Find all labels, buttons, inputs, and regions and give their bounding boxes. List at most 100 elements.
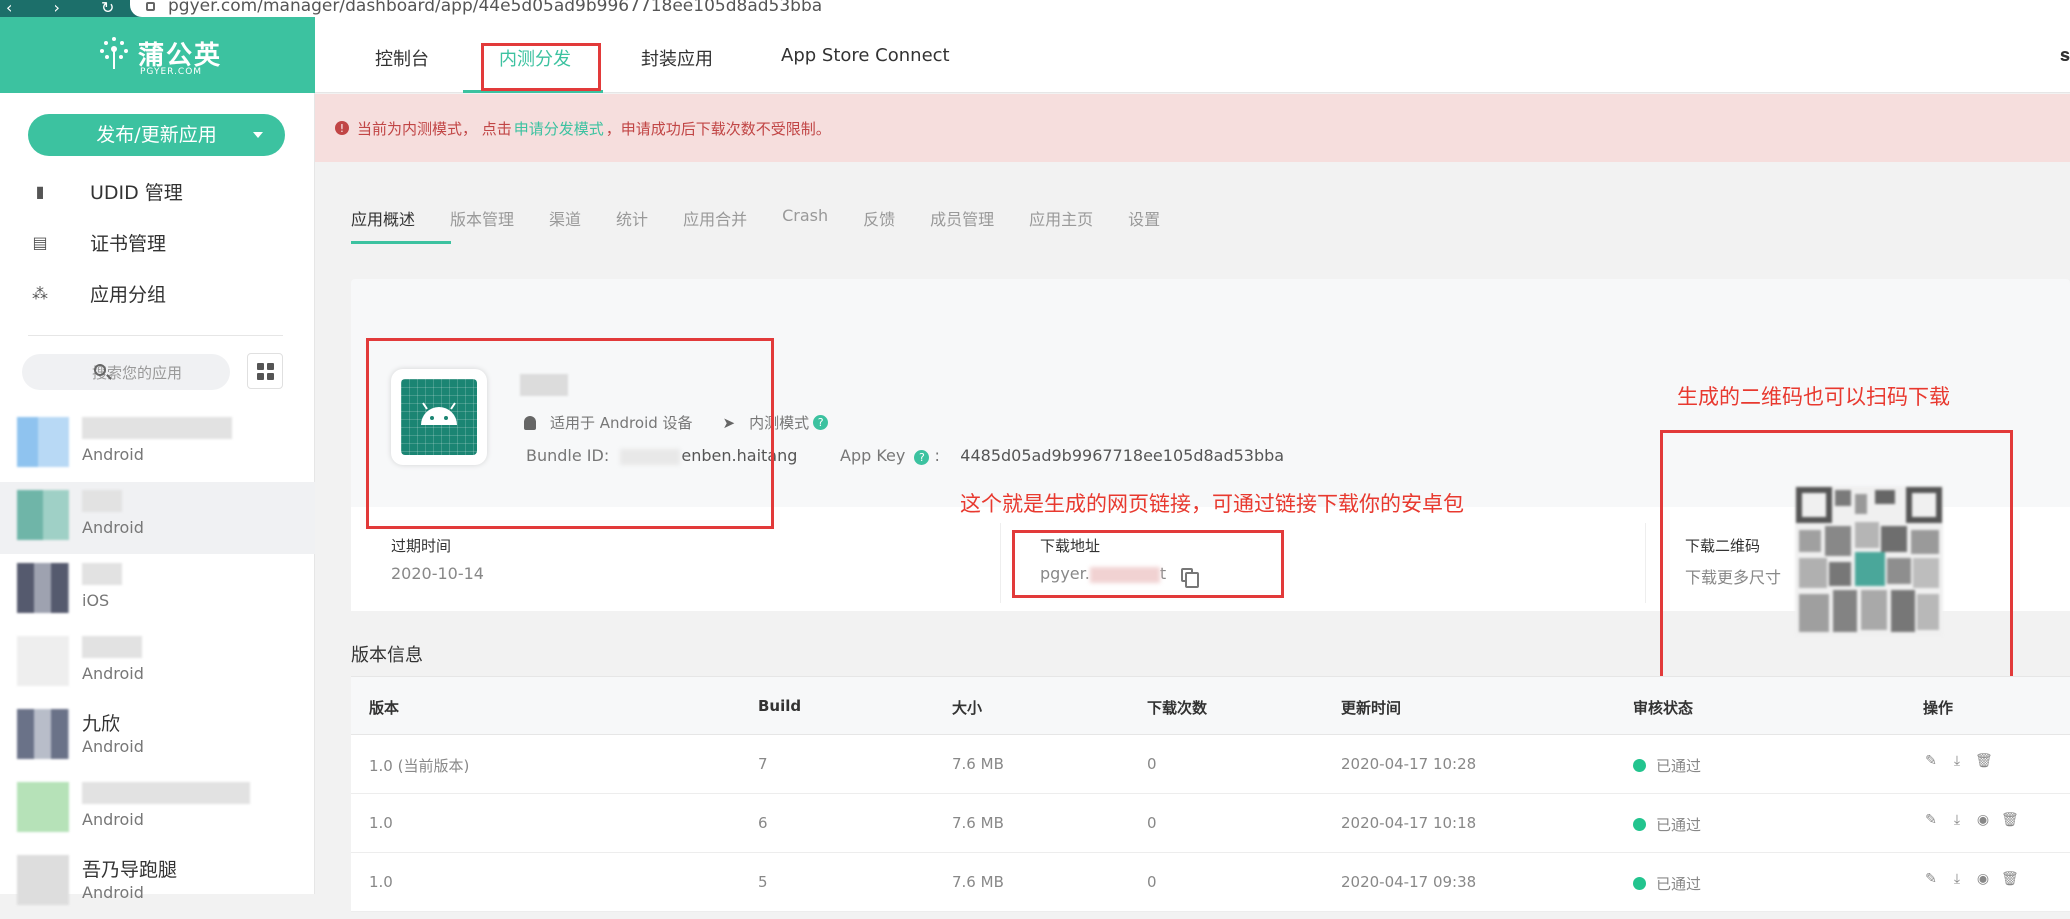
certificate-icon: ▤ [32, 232, 48, 252]
eye-icon[interactable]: ◉ [1975, 812, 1991, 828]
app-thumbnail [17, 855, 69, 905]
trash-icon[interactable]: 🗑 [1975, 753, 1993, 769]
browser-nav-icons[interactable]: ‹ › ↻ [6, 0, 132, 17]
app-thumbnail [17, 636, 69, 686]
subtab-channels[interactable]: 渠道 [549, 206, 581, 246]
subtab-overview[interactable]: 应用概述 [351, 206, 415, 246]
cell-size: 7.6 MB [952, 873, 1004, 891]
annotation-box-download-url [1012, 530, 1284, 598]
status-dot-icon [1633, 818, 1646, 831]
tab-dashboard[interactable]: 控制台 [375, 45, 429, 71]
app-platform: Android [82, 810, 144, 829]
table-row[interactable]: 1.0 (当前版本) 7 7.6 MB 0 2020-04-17 10:28 已… [351, 735, 2070, 794]
app-name: 九欣 [82, 713, 121, 735]
subtab-stats[interactable]: 统计 [616, 206, 648, 246]
apply-distribution-link[interactable]: 申请分发模式 [514, 118, 604, 139]
alert-suffix: ，申请成功后下载次数不受限制。 [605, 119, 831, 138]
annotation-box-beta-tab [481, 43, 601, 91]
sidebar-divider [28, 335, 283, 336]
subtab-homepage[interactable]: 应用主页 [1029, 206, 1093, 246]
download-icon[interactable]: ⤓ [1949, 812, 1965, 828]
row-actions: ✎ ⤓ ◉ 🗑 [1923, 871, 2019, 887]
subtab-settings[interactable]: 设置 [1128, 206, 1160, 246]
row-actions: ✎ ⤓ 🗑 [1923, 753, 1993, 769]
app-list-item[interactable]: 吾乃导跑腿 Android [0, 847, 315, 919]
address-url[interactable]: pgyer.com/manager/dashboard/app/44e5d05a… [168, 0, 822, 16]
app-list-item[interactable]: Android [0, 628, 315, 700]
tab-app-store-connect[interactable]: App Store Connect [781, 45, 950, 66]
tab-package-app[interactable]: 封装应用 [641, 45, 713, 71]
table-row[interactable]: 1.0 6 7.6 MB 0 2020-04-17 10:18 已通过 ✎ ⤓ … [351, 794, 2070, 853]
sidebar-item-label: 证书管理 [90, 232, 167, 255]
edit-icon[interactable]: ✎ [1923, 871, 1939, 887]
app-platform: iOS [82, 591, 110, 610]
help-icon[interactable]: ? [914, 450, 930, 465]
cell-status: 已通过 [1633, 814, 1701, 835]
trash-icon[interactable]: 🗑 [2001, 812, 2019, 828]
cell-downloads: 0 [1147, 755, 1157, 773]
top-navigation: 控制台 内测分发 封装应用 App Store Connect 𝐬 [315, 17, 2070, 93]
download-icon[interactable]: ⤓ [1949, 753, 1965, 769]
beta-mode-alert: ! 当前为内测模式， 点击 申请分发模式 ，申请成功后下载次数不受限制。 [315, 94, 2070, 162]
table-row[interactable]: 1.0 5 7.6 MB 0 2020-04-17 09:38 已通过 ✎ ⤓ … [351, 853, 2070, 912]
app-list-item-selected[interactable]: Android [0, 482, 315, 554]
status-text: 已通过 [1656, 875, 1702, 893]
app-platform: Android [82, 518, 144, 537]
app-list-item[interactable]: Android [0, 409, 315, 481]
alert-prefix: 当前为内测模式， 点击 [357, 119, 512, 138]
row-actions: ✎ ⤓ ◉ 🗑 [1923, 812, 2019, 828]
logo-bar[interactable]: 蒲公英 PGYER.COM [0, 17, 315, 93]
subtab-members[interactable]: 成员管理 [930, 206, 994, 246]
download-icon[interactable]: ⤓ [1949, 871, 1965, 887]
app-list-item[interactable]: iOS [0, 555, 315, 627]
publish-app-button[interactable]: 发布/更新应用 [28, 114, 285, 156]
app-search-input[interactable]: 搜索您的应用 [22, 354, 230, 390]
cell-build: 7 [758, 755, 768, 773]
table-header: 版本 Build 大小 下载次数 更新时间 审核状态 操作 [351, 676, 2070, 735]
help-icon[interactable]: ? [813, 415, 829, 430]
app-name-redacted [82, 636, 142, 658]
column-divider [1645, 523, 1646, 603]
sidebar: 蒲公英 PGYER.COM 发布/更新应用 ▮ UDID 管理 ▤ 证书管理 ⁂… [0, 17, 315, 905]
col-status: 审核状态 [1633, 699, 1694, 717]
app-thumbnail [17, 490, 69, 540]
app-platform: Android [82, 737, 144, 756]
subtab-crash[interactable]: Crash [782, 206, 828, 246]
subtab-merge[interactable]: 应用合并 [683, 206, 747, 246]
grid-view-button[interactable] [247, 353, 283, 389]
sidebar-item-udid[interactable]: ▮ UDID 管理 [30, 171, 183, 211]
app-key-value: 4485d05ad9b9967718ee105d8ad53bba [960, 446, 1285, 465]
edit-icon[interactable]: ✎ [1923, 812, 1939, 828]
dandelion-logo-icon [100, 37, 128, 69]
grid-icon [256, 362, 264, 370]
edit-icon[interactable]: ✎ [1923, 753, 1939, 769]
app-platform: Android [82, 883, 144, 902]
col-version: 版本 [369, 699, 400, 717]
sidebar-item-label: UDID 管理 [90, 181, 183, 204]
status-text: 已通过 [1656, 816, 1702, 834]
trash-icon[interactable]: 🗑 [2001, 871, 2019, 887]
sidebar-item-label: 应用分组 [90, 283, 167, 306]
sidebar-item-app-groups[interactable]: ⁂ 应用分组 [30, 273, 166, 313]
column-divider [1000, 523, 1001, 603]
annotation-qr-note: 生成的二维码也可以扫码下载 [1677, 385, 1950, 409]
app-platform: Android [82, 445, 144, 464]
active-subtab-indicator [351, 241, 451, 244]
sidebar-item-certificates[interactable]: ▤ 证书管理 [30, 222, 166, 262]
cell-version: 1.0 (当前版本) [369, 757, 470, 775]
user-menu-edge[interactable]: 𝐬 [2060, 45, 2070, 66]
eye-icon[interactable]: ◉ [1975, 871, 1991, 887]
app-list-item[interactable]: Android [0, 774, 315, 846]
status-dot-icon [1633, 877, 1646, 890]
expire-value: 2020-10-14 [391, 564, 484, 583]
lock-icon [146, 2, 155, 11]
warning-icon: ! [335, 121, 349, 135]
browser-bar: ‹ › ↻ pgyer.com/manager/dashboard/app/44… [0, 0, 2070, 17]
app-list-item[interactable]: 九欣 Android [0, 701, 315, 773]
annotation-box-app-info [366, 338, 774, 529]
subtab-feedback[interactable]: 反馈 [863, 206, 895, 246]
subtab-versions[interactable]: 版本管理 [450, 206, 514, 246]
phone-icon: ▮ [35, 181, 45, 201]
cell-updated: 2020-04-17 10:28 [1341, 755, 1477, 773]
cell-downloads: 0 [1147, 814, 1157, 832]
